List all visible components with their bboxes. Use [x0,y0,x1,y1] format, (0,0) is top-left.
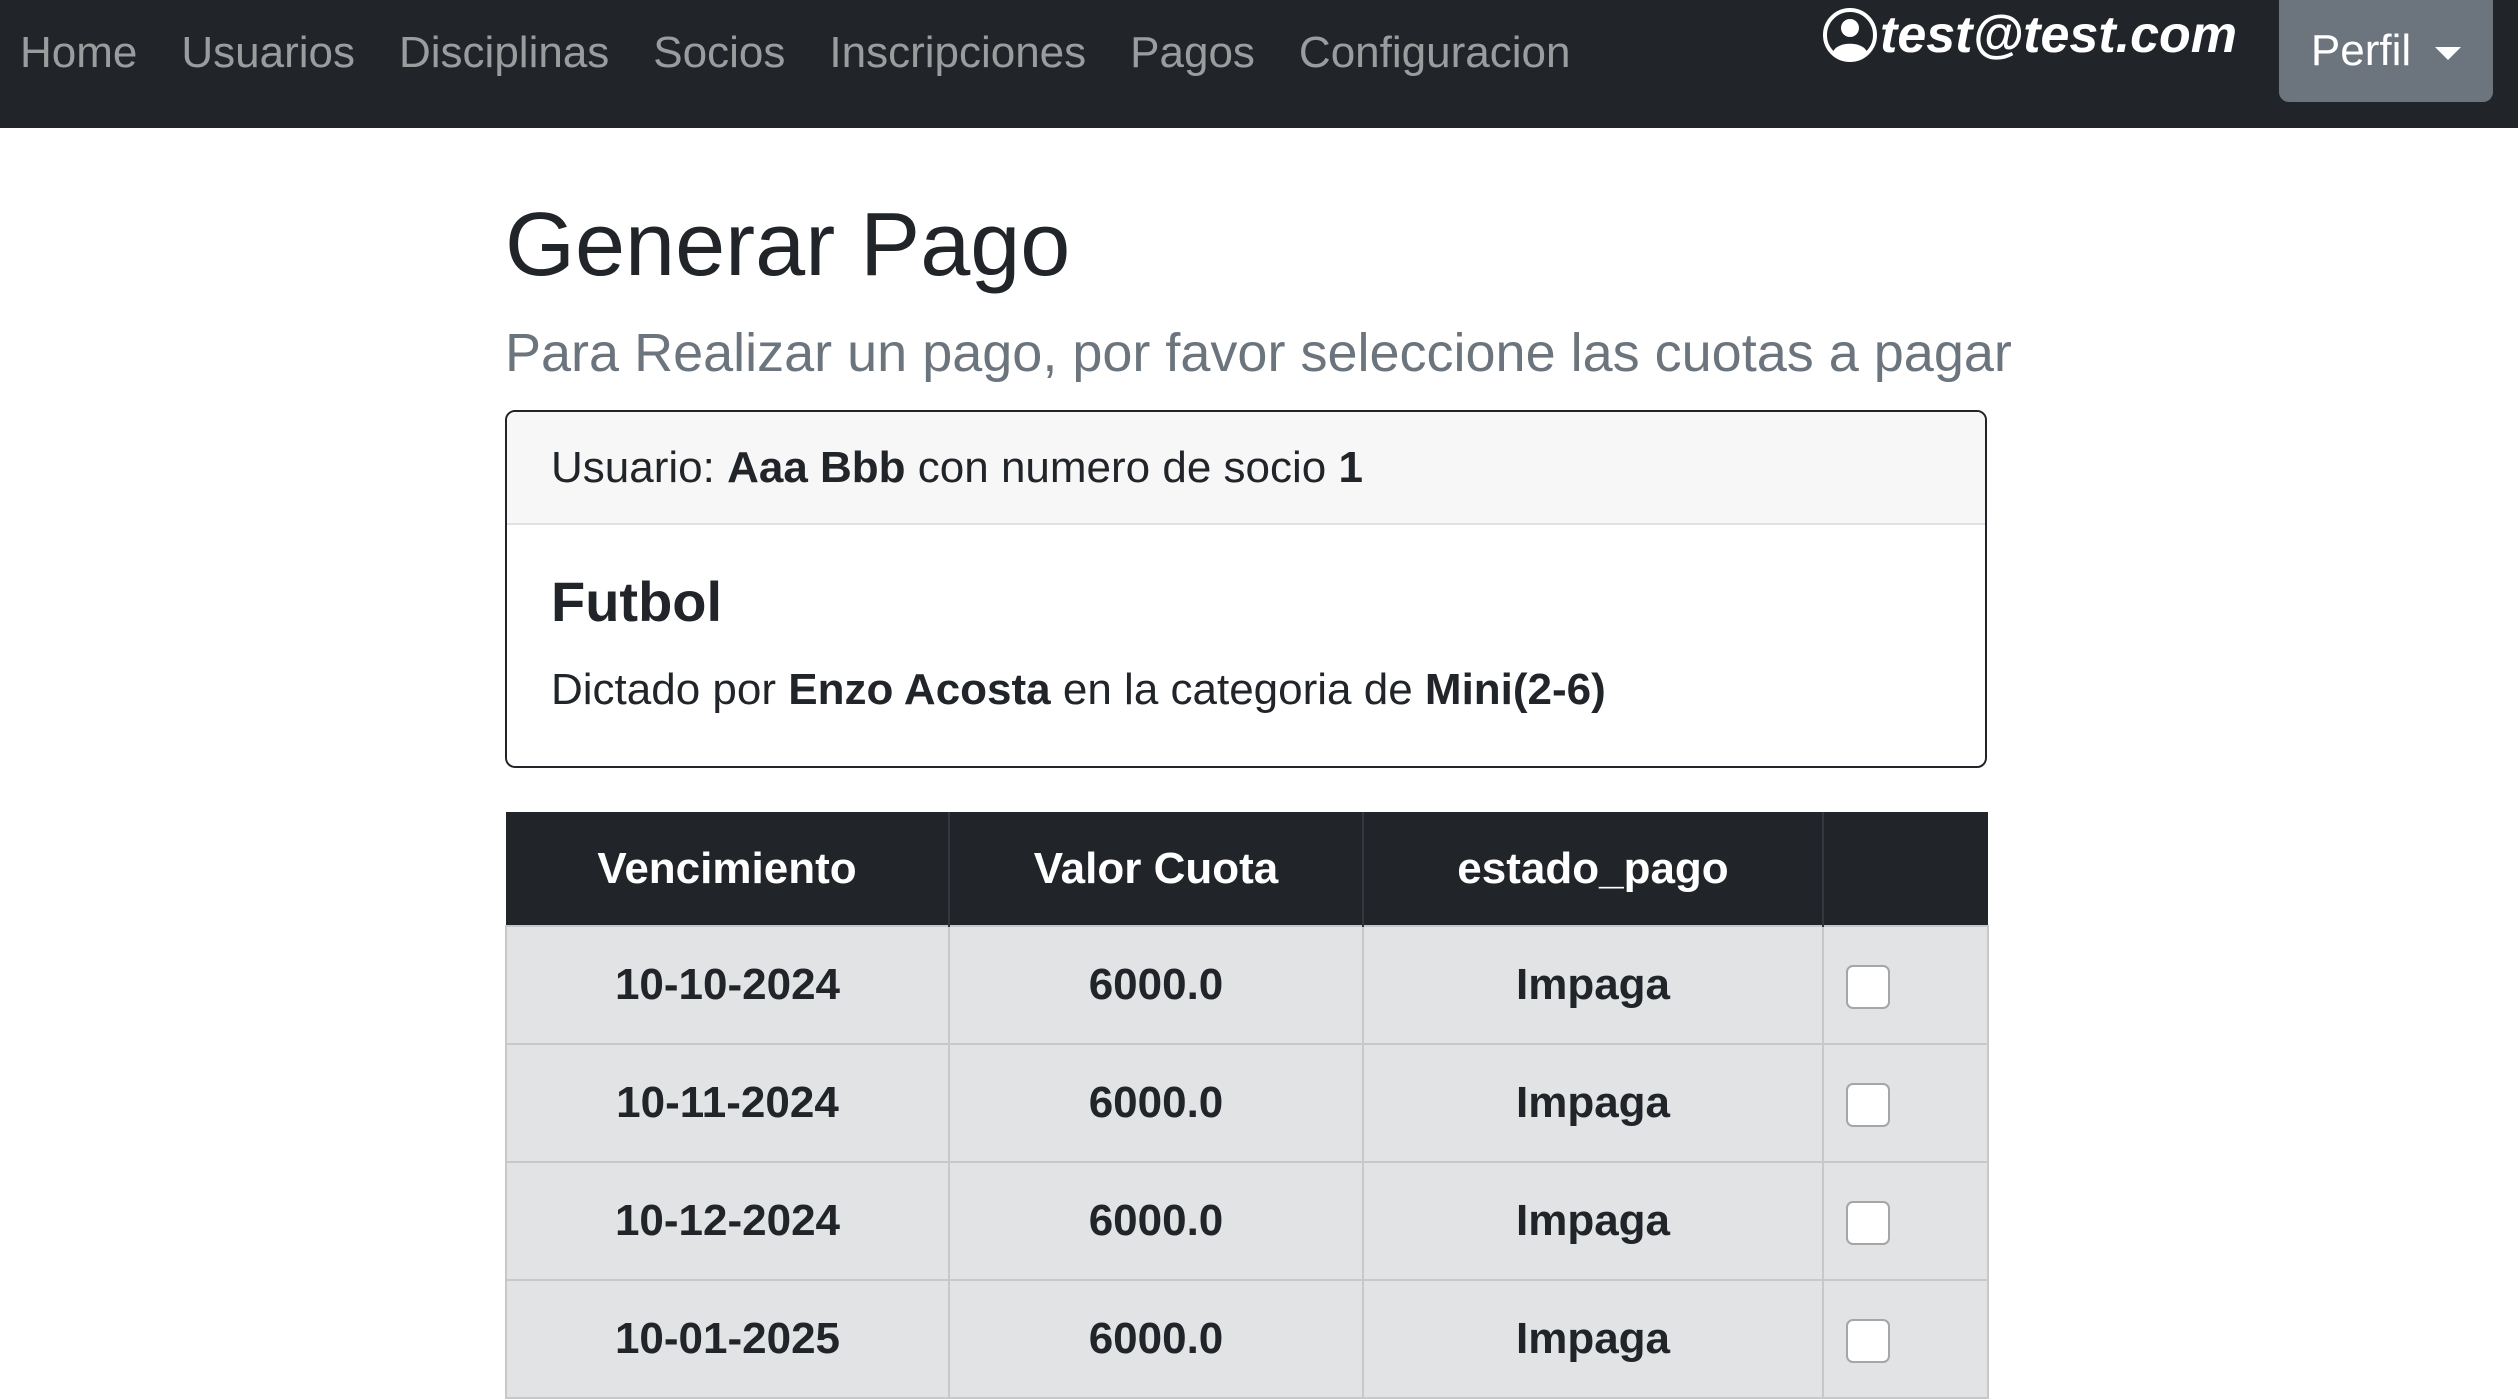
card-header: Usuario: Aaa Bbb con numero de socio 1 [507,412,1985,525]
teacher-name: Enzo Acosta [788,665,1051,714]
table-row: 10-12-2024 6000.0 Impaga [505,1161,1989,1281]
select-checkbox[interactable] [1846,1201,1890,1246]
user-email: test@test.com [1880,6,2238,64]
select-checkbox[interactable] [1846,965,1890,1010]
status-cell: Impaga [1362,1043,1824,1163]
member-text: con numero de socio [905,442,1339,492]
select-checkbox[interactable] [1846,1319,1890,1364]
nav-link-inscripciones[interactable]: Inscripciones [829,28,1086,78]
fees-table: Vencimiento Valor Cuota estado_pago 10-1… [505,812,1989,1399]
header-estado-pago: estado_pago [1363,812,1824,926]
due-date-cell: 10-01-2025 [505,1279,950,1399]
amount-cell: 6000.0 [948,1043,1364,1163]
amount-cell: 6000.0 [948,1161,1364,1281]
user-prefix: Usuario: [551,442,728,492]
status-cell: Impaga [1362,1161,1824,1281]
discipline-details: Dictado por Enzo Acosta en la categoria … [551,665,1606,715]
nav-links: Home Usuarios Disciplinas Socios Inscrip… [20,22,1570,84]
nav-link-configuracion[interactable]: Configuracion [1299,28,1571,78]
table-header-row: Vencimiento Valor Cuota estado_pago [506,812,1988,926]
member-number: 1 [1338,442,1363,492]
due-date-cell: 10-10-2024 [505,925,950,1045]
nav-link-socios[interactable]: Socios [653,28,785,78]
table-row: 10-01-2025 6000.0 Impaga [505,1279,1989,1399]
nav-link-usuarios[interactable]: Usuarios [181,28,355,78]
discipline-name: Futbol [551,570,723,633]
table-row: 10-10-2024 6000.0 Impaga [505,925,1989,1045]
nav-link-disciplinas[interactable]: Disciplinas [399,28,609,78]
profile-label: Perfil [2310,26,2412,75]
person-circle-icon [1822,7,1878,63]
select-cell [1822,1043,1989,1163]
nav-link-home[interactable]: Home [20,28,137,78]
page-title: Generar Pago [505,195,1071,295]
select-checkbox[interactable] [1846,1083,1890,1128]
select-cell [1822,1161,1989,1281]
taught-prefix: Dictado por [551,665,789,714]
page-subtitle: Para Realizar un pago, por favor selecci… [505,323,2012,383]
category-name: Mini(2-6) [1424,665,1606,714]
amount-cell: 6000.0 [948,925,1364,1045]
due-date-cell: 10-11-2024 [505,1043,950,1163]
header-select [1823,812,1988,926]
current-user: test@test.com [1822,0,2237,70]
top-navbar: Home Usuarios Disciplinas Socios Inscrip… [0,0,2518,128]
select-cell [1822,1279,1989,1399]
subscription-card: Usuario: Aaa Bbb con numero de socio 1 F… [505,410,1987,768]
header-vencimiento: Vencimiento [506,812,950,926]
select-cell [1822,925,1989,1045]
category-text: en la categoria de [1050,665,1425,714]
status-cell: Impaga [1362,925,1824,1045]
nav-link-pagos[interactable]: Pagos [1130,28,1255,78]
status-cell: Impaga [1362,1279,1824,1399]
due-date-cell: 10-12-2024 [505,1161,950,1281]
header-valor-cuota: Valor Cuota [949,812,1364,926]
caret-down-icon [2435,46,2462,60]
user-name: Aaa Bbb [727,442,906,492]
profile-dropdown-button[interactable]: Perfil [2279,0,2493,102]
table-row: 10-11-2024 6000.0 Impaga [505,1043,1989,1163]
amount-cell: 6000.0 [948,1279,1364,1399]
